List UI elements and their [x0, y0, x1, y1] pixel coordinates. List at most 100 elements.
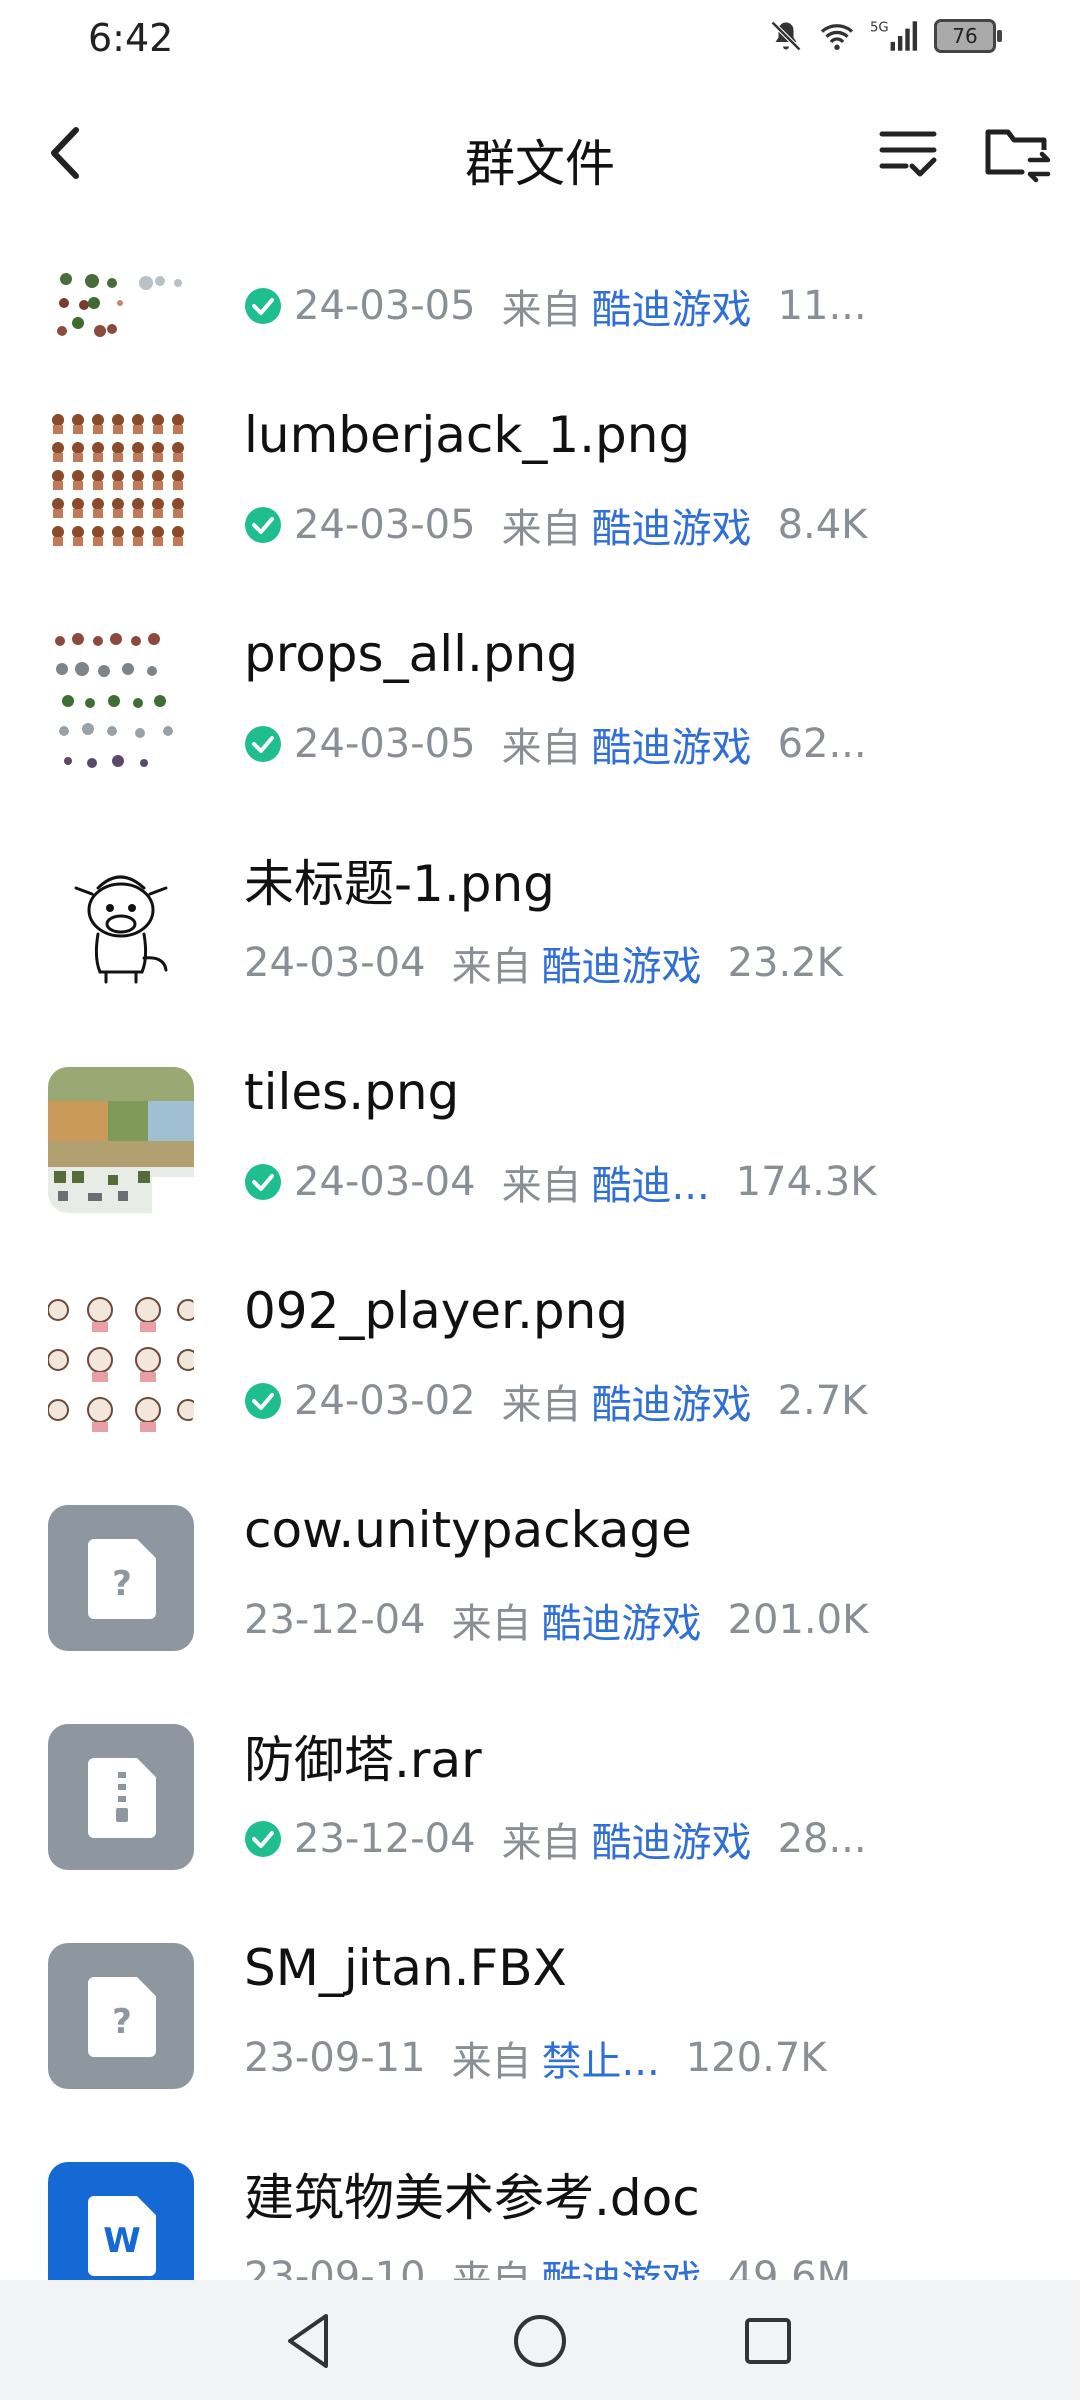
- file-thumbnail: [48, 226, 194, 337]
- synced-check-icon: [245, 507, 281, 543]
- file-row[interactable]: 24-03-05 来自 酷迪游戏 11...: [0, 226, 1080, 373]
- file-row[interactable]: props_all.png 24-03-05 来自 酷迪游戏 62...: [0, 592, 1080, 811]
- file-date: 23-09-11: [244, 2035, 426, 2081]
- file-size: 2.7K: [777, 1378, 868, 1424]
- file-meta: 24-03-05 来自 酷迪游戏 8.4K: [244, 496, 867, 554]
- network-type: 5G: [870, 21, 889, 36]
- signal-icon: 5G: [870, 21, 918, 51]
- back-icon[interactable]: [36, 118, 96, 188]
- wifi-icon: [820, 24, 854, 50]
- uploader-group-link[interactable]: 酷迪游戏: [592, 715, 752, 773]
- from-label: 来自: [501, 1163, 582, 1209]
- file-thumbnail: W: [48, 2162, 194, 2280]
- file-thumbnail: [48, 1724, 194, 1870]
- file-thumbnail: [48, 848, 194, 994]
- status-bar: 6:42 5G 76: [0, 0, 1080, 80]
- uploader-group-link[interactable]: 酷迪游戏: [592, 496, 752, 554]
- file-meta: 23-09-11 来自 禁止... 120.7K: [244, 2029, 826, 2087]
- file-thumbnail: ?: [48, 1505, 194, 1651]
- sort-filter-icon[interactable]: [876, 120, 940, 184]
- unknown-file-glyph: ?: [112, 1564, 132, 1604]
- file-meta: 24-03-04 来自 酷迪... 174.3K: [244, 1153, 876, 1211]
- synced-check-icon: [245, 1821, 281, 1857]
- unknown-file-glyph: ?: [112, 2002, 132, 2042]
- nav-back-icon[interactable]: [274, 2306, 344, 2376]
- word-document-icon: W: [88, 2196, 156, 2276]
- file-row[interactable]: ? cow.unitypackage 23-12-04 来自 酷迪游戏 201.…: [0, 1468, 1080, 1687]
- synced-check-icon: [245, 288, 281, 324]
- synced-check-icon: [245, 726, 281, 762]
- file-size: 49.6M: [727, 2254, 852, 2280]
- from-label: 来自: [452, 2248, 532, 2280]
- system-navigation-bar: [0, 2280, 1080, 2400]
- file-row[interactable]: tiles.png 24-03-04 来自 酷迪... 174.3K: [0, 1030, 1080, 1249]
- file-thumbnail: [48, 629, 194, 775]
- uploader-group-link[interactable]: 禁止...: [542, 2029, 660, 2087]
- file-row[interactable]: lumberjack_1.png 24-03-05 来自 酷迪游戏 8.4K: [0, 373, 1080, 592]
- file-list[interactable]: 24-03-05 来自 酷迪游戏 11... lumberjack_1.png …: [0, 226, 1080, 2280]
- synced-check-icon: [245, 1164, 281, 1200]
- file-size: 174.3K: [735, 1159, 877, 1205]
- file-row[interactable]: W 建筑物美术参考.doc 23-09-10 来自 酷迪游戏 49.6M: [0, 2125, 1080, 2280]
- sprite-sheet-image: [48, 1286, 194, 1432]
- file-date: 24-03-04: [244, 940, 426, 986]
- top-app-bar: 群文件: [0, 80, 1080, 226]
- from-label: 来自: [501, 506, 582, 552]
- file-name: 建筑物美术参考.doc: [244, 2169, 700, 2227]
- file-thumbnail: ?: [48, 1943, 194, 2089]
- file-name: tiles.png: [244, 1063, 460, 1121]
- file-name: lumberjack_1.png: [244, 406, 691, 464]
- file-size: 8.4K: [777, 502, 868, 548]
- file-size: 28...: [777, 1816, 867, 1862]
- file-row[interactable]: 防御塔.rar 23-12-04 来自 酷迪游戏 28...: [0, 1687, 1080, 1906]
- uploader-group-link[interactable]: 酷迪游戏: [542, 1591, 702, 1649]
- unknown-file-icon: ?: [88, 1977, 156, 2057]
- from-label: 来自: [451, 1601, 532, 1647]
- uploader-group-link[interactable]: 酷迪游戏: [542, 934, 702, 992]
- file-meta: 24-03-04 来自 酷迪游戏 23.2K: [244, 934, 843, 992]
- file-thumbnail: [48, 1286, 194, 1432]
- nav-recents-icon[interactable]: [733, 2306, 803, 2376]
- battery-indicator: 76: [934, 19, 1002, 53]
- uploader-group-link[interactable]: 酷迪游戏: [592, 1810, 752, 1868]
- file-name: SM_jitan.FBX: [244, 1939, 567, 1997]
- file-meta: 24-03-05 来自 酷迪游戏 11...: [244, 277, 867, 335]
- unknown-file-icon: ?: [88, 1539, 156, 1619]
- status-time: 6:42: [88, 16, 174, 60]
- sprite-sheet-image: [48, 226, 194, 337]
- zip-file-icon: [88, 1758, 156, 1838]
- file-name: 092_player.png: [244, 1282, 629, 1340]
- uploader-group-link[interactable]: 酷迪游戏: [542, 2248, 702, 2280]
- file-name: 防御塔.rar: [244, 1731, 482, 1789]
- sprite-sheet-image: [48, 629, 194, 775]
- folder-transfer-icon[interactable]: [982, 120, 1054, 184]
- file-row[interactable]: 092_player.png 24-03-02 来自 酷迪游戏 2.7K: [0, 1249, 1080, 1468]
- file-date: 24-03-05: [294, 721, 476, 767]
- file-size: 23.2K: [727, 940, 843, 986]
- file-name: 未标题-1.png: [244, 855, 555, 913]
- uploader-group-link[interactable]: 酷迪游戏: [592, 277, 752, 335]
- file-name: cow.unitypackage: [244, 1501, 692, 1559]
- nav-home-icon[interactable]: [505, 2306, 575, 2376]
- file-meta: 23-09-10 来自 酷迪游戏 49.6M: [244, 2248, 851, 2280]
- file-meta: 23-12-04 来自 酷迪游戏 28...: [244, 1810, 867, 1868]
- file-row[interactable]: ? SM_jitan.FBX 23-09-11 来自 禁止... 120.7K: [0, 1906, 1080, 2125]
- file-date: 24-03-05: [294, 283, 476, 329]
- file-size: 11...: [777, 283, 867, 329]
- from-label: 来自: [501, 1820, 582, 1866]
- file-date: 23-12-04: [244, 1597, 426, 1643]
- tileset-image: [48, 1067, 194, 1213]
- uploader-group-link[interactable]: 酷迪...: [592, 1153, 710, 1211]
- zipper-icon: [116, 1772, 128, 1822]
- status-icons: 5G 76: [768, 18, 1002, 54]
- file-thumbnail: [48, 410, 194, 556]
- uploader-group-link[interactable]: 酷迪游戏: [592, 1372, 752, 1430]
- file-row[interactable]: 未标题-1.png 24-03-04 来自 酷迪游戏 23.2K: [0, 811, 1080, 1030]
- file-name: props_all.png: [244, 625, 579, 683]
- file-size: 201.0K: [727, 1597, 869, 1643]
- from-label: 来自: [501, 287, 582, 333]
- file-date: 24-03-04: [294, 1159, 476, 1205]
- cartoon-cow-image: [48, 848, 194, 994]
- file-meta: 23-12-04 来自 酷迪游戏 201.0K: [244, 1591, 868, 1649]
- file-thumbnail: [48, 1067, 194, 1213]
